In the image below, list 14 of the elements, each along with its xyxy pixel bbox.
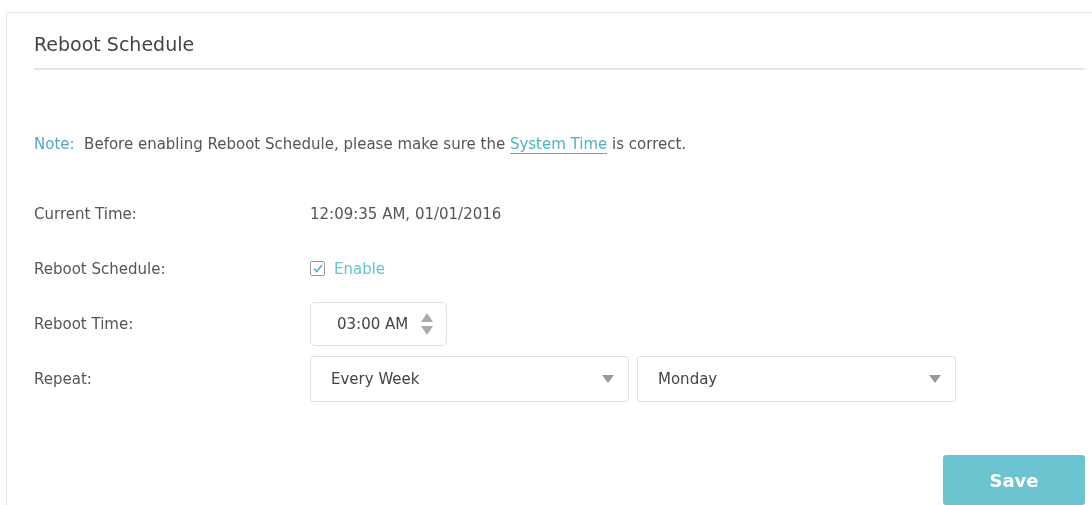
field-label: Reboot Time:	[34, 314, 134, 333]
caret-icon	[602, 374, 614, 383]
time-input-field[interactable]: 03:00 AM	[310, 301, 448, 346]
field-label: Repeat:	[34, 369, 92, 388]
field-label: Current Time:	[34, 204, 137, 223]
note-text: Note: Before enabling Reboot Schedule, please make sure the System Time is correct.	[34, 134, 687, 156]
dropdown[interactable]: Monday	[637, 355, 956, 402]
current-time-value: 12:09:35 AM, 01/01/2016	[310, 204, 502, 223]
enable-checkbox[interactable]	[310, 261, 325, 276]
caret-icon	[929, 374, 941, 383]
panel-title: Reboot Schedule	[34, 32, 195, 57]
field-label: Reboot Schedule:	[34, 259, 166, 278]
dropdown[interactable]: Every Week	[310, 355, 629, 402]
spinner-icon[interactable]	[420, 311, 435, 336]
